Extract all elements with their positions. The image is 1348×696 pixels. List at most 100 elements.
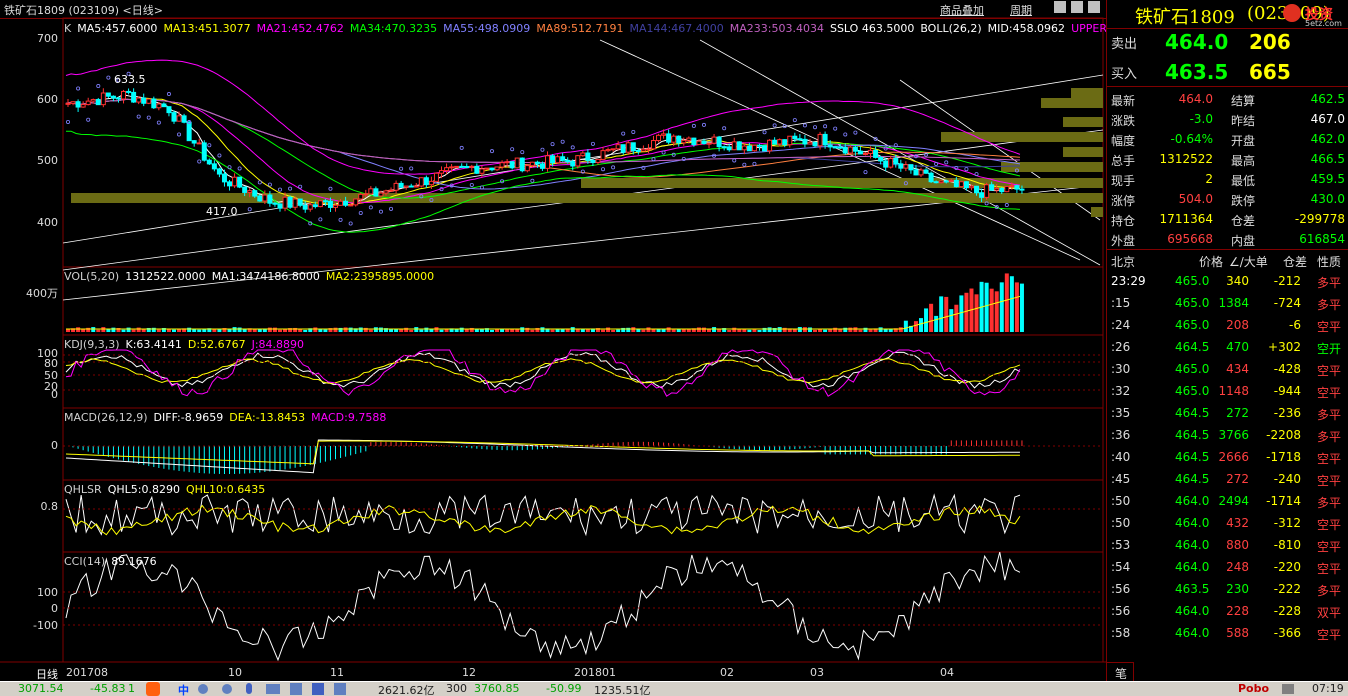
tick-volume: 3766 xyxy=(1218,428,1249,442)
indicator-value: D:52.6767 xyxy=(187,338,246,351)
tick-header-type: 性质 xyxy=(1317,255,1342,269)
window-controls[interactable] xyxy=(1054,1,1104,15)
toolbox-icon[interactable] xyxy=(312,683,324,695)
indicator-value: K:63.4141 xyxy=(125,338,182,351)
logo-icon xyxy=(1283,4,1301,22)
tick-type: 多平 xyxy=(1317,430,1342,444)
tick-time: :56 xyxy=(1111,604,1131,618)
tick-row[interactable]: :56 463.5 230 -222 多平 xyxy=(1107,579,1348,601)
indicator-value: MACD:9.7588 xyxy=(311,411,387,424)
tick-row[interactable]: :50 464.0 432 -312 空平 xyxy=(1107,513,1348,535)
tick-time: :32 xyxy=(1111,384,1131,398)
indicator-value: MA5:457.6000 xyxy=(77,22,158,35)
tick-row[interactable]: :35 464.5 272 -236 多平 xyxy=(1107,403,1348,425)
tick-row[interactable]: :54 464.0 248 -220 空平 xyxy=(1107,557,1348,579)
indicator-value: CCI(14) xyxy=(64,555,106,568)
high-annotation: 633.5 xyxy=(114,73,146,86)
tick-row[interactable]: :24 465.0 208 -6 空平 xyxy=(1107,315,1348,337)
tick-row[interactable]: :36 464.5 3766 -2208 多平 xyxy=(1107,425,1348,447)
tick-time: :36 xyxy=(1111,428,1131,442)
tick-price: 464.5 xyxy=(1175,472,1210,486)
tick-row[interactable]: :45 464.5 272 -240 空平 xyxy=(1107,469,1348,491)
date-axis-label: 02 xyxy=(720,666,734,679)
tick-diff: -2208 xyxy=(1266,428,1301,442)
indicator-value: MACD(26,12,9) xyxy=(64,411,148,424)
quote-value: -0.64% xyxy=(1170,132,1213,146)
maximize-icon[interactable] xyxy=(1071,1,1083,13)
tick-row[interactable]: :26 464.5 470 +302 空开 xyxy=(1107,337,1348,359)
tick-volume: 1148 xyxy=(1218,384,1249,398)
tick-price: 464.0 xyxy=(1175,626,1210,640)
tick-time: :45 xyxy=(1111,472,1131,486)
tick-time: :26 xyxy=(1111,340,1131,354)
tick-row[interactable]: :53 464.0 880 -810 空平 xyxy=(1107,535,1348,557)
ime-logo-icon[interactable] xyxy=(146,682,160,696)
quote-value: 695668 xyxy=(1167,232,1213,246)
tick-price: 464.0 xyxy=(1175,560,1210,574)
qhlsr-indicators: QHLSR QHL5:0.8290 QHL10:0.6435 xyxy=(64,483,271,496)
tick-time: :35 xyxy=(1111,406,1131,420)
cci-indicators: CCI(14) 89.1676 xyxy=(64,555,163,568)
quote-row: 总手 1312522 最高 466.5 xyxy=(1107,150,1348,170)
quote-row: 外盘 695668 内盘 616854 xyxy=(1107,230,1348,250)
tick-header-volume: ∠/大单 xyxy=(1229,255,1268,269)
settings-icon[interactable] xyxy=(334,683,346,695)
tick-row[interactable]: :30 465.0 434 -428 空平 xyxy=(1107,359,1348,381)
quote-label: 最新 xyxy=(1111,94,1136,108)
tick-row[interactable]: :32 465.0 1148 -944 空平 xyxy=(1107,381,1348,403)
qhlsr-axis-label: 0.8 xyxy=(40,500,59,513)
tick-footer-label: 笔 xyxy=(1115,667,1128,681)
period-tab[interactable]: 日线 xyxy=(36,666,58,682)
quote-value: 464.0 xyxy=(1178,92,1213,106)
voice-icon[interactable] xyxy=(246,683,252,694)
sell-price: 464.0 xyxy=(1165,30,1229,54)
tick-row[interactable]: :15 465.0 1384 -724 多平 xyxy=(1107,293,1348,315)
quote-value: 1711364 xyxy=(1159,212,1213,226)
indicator-value: 1312522.0000 xyxy=(125,270,206,283)
tick-header-time: 北京 xyxy=(1111,255,1136,269)
minimize-icon[interactable] xyxy=(1054,1,1066,13)
overlay-button[interactable]: 商品叠加 xyxy=(940,2,984,18)
tick-price: 464.5 xyxy=(1175,406,1210,420)
indicator-value: BOLL(26,2) xyxy=(920,22,982,35)
tick-row[interactable]: :50 464.0 2494 -1714 多平 xyxy=(1107,491,1348,513)
tick-type: 空平 xyxy=(1317,518,1342,532)
tick-diff: -810 xyxy=(1273,538,1301,552)
punctuation-icon[interactable] xyxy=(198,684,208,694)
tick-type: 多平 xyxy=(1317,408,1342,422)
tick-type: 空开 xyxy=(1317,342,1342,356)
tick-volume: 208 xyxy=(1226,318,1249,332)
tick-volume: 272 xyxy=(1226,406,1249,420)
tick-row[interactable]: :56 464.0 228 -228 双平 xyxy=(1107,601,1348,623)
tick-row[interactable]: 23:29 465.0 340 -212 多平 xyxy=(1107,271,1348,293)
skin-icon[interactable] xyxy=(290,683,302,695)
quote-label: 现手 xyxy=(1111,174,1136,188)
quote-value: 462.5 xyxy=(1310,92,1345,106)
emoji-icon[interactable] xyxy=(222,684,232,694)
tick-volume: 340 xyxy=(1226,274,1249,288)
tick-diff: -428 xyxy=(1273,362,1301,376)
tick-time: :40 xyxy=(1111,450,1131,464)
close-icon[interactable] xyxy=(1088,1,1100,13)
quote-label: 昨结 xyxy=(1231,114,1256,128)
macd-indicators: MACD(26,12,9) DIFF:-8.9659 DEA:-13.8453 MAC… xyxy=(64,411,392,424)
tick-footer-tab[interactable]: 笔 xyxy=(1107,662,1134,681)
price-axis-label: 700 xyxy=(37,32,58,45)
indicator-value: J:84.8890 xyxy=(251,338,305,351)
sell-label: 卖出 xyxy=(1111,37,1138,52)
keyboard-icon[interactable] xyxy=(266,684,280,694)
tick-volume: 2494 xyxy=(1218,494,1249,508)
tick-type: 空平 xyxy=(1317,540,1342,554)
date-axis-label: 04 xyxy=(940,666,954,679)
period-button[interactable]: 周期 xyxy=(1010,2,1032,18)
tick-row[interactable]: :40 464.5 2666 -1718 空平 xyxy=(1107,447,1348,469)
tick-time: :50 xyxy=(1111,516,1131,530)
tick-type: 双平 xyxy=(1317,606,1342,620)
tick-volume: 588 xyxy=(1226,626,1249,640)
tick-time: :54 xyxy=(1111,560,1131,574)
quote-row: 持仓 1711364 仓差 -299778 xyxy=(1107,210,1348,230)
ime-mode[interactable]: 中 xyxy=(178,682,189,696)
tick-row[interactable]: :58 464.0 588 -366 空平 xyxy=(1107,623,1348,645)
quote-panel: 铁矿石1809 (023109) 投资 5etz.com 卖出 464.0 20… xyxy=(1106,0,1348,695)
tick-price: 464.0 xyxy=(1175,604,1210,618)
